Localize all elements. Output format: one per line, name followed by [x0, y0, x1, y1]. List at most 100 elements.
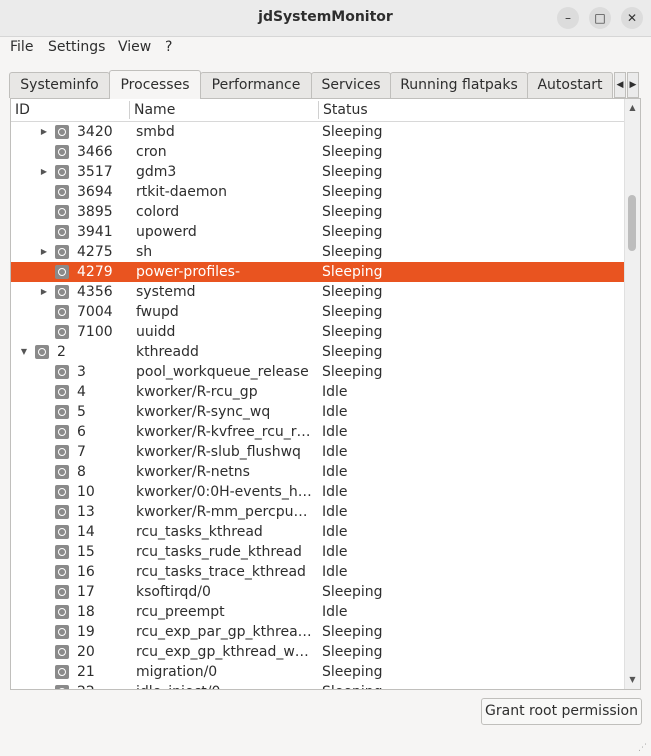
process-row[interactable]: 13 kworker/R-mm_percpu_… Idle — [11, 502, 625, 522]
process-row[interactable]: ▼ 2 kthreadd Sleeping — [11, 342, 625, 362]
tab-processes[interactable]: Processes — [109, 70, 201, 99]
gear-icon — [55, 445, 69, 459]
process-name: kworker/R-mm_percpu_… — [136, 504, 314, 520]
process-row[interactable]: 7004 fwupd Sleeping — [11, 302, 625, 322]
menu-help[interactable]: ? — [165, 39, 172, 55]
resize-grip-icon[interactable]: ⋰ — [638, 743, 648, 753]
vertical-scrollbar[interactable]: ▲ ▼ — [624, 99, 640, 689]
tab-autostart[interactable]: Autostart — [527, 72, 613, 98]
process-row[interactable]: 7 kworker/R-slub_flushwq Idle — [11, 442, 625, 462]
process-status: Sleeping — [322, 124, 383, 140]
triangle-right-icon[interactable]: ▶ — [39, 162, 49, 182]
process-row[interactable]: 5 kworker/R-sync_wq Idle — [11, 402, 625, 422]
menu-view[interactable]: View — [118, 39, 151, 55]
process-name: fwupd — [136, 304, 179, 320]
process-name: migration/0 — [136, 664, 218, 680]
process-status: Idle — [322, 544, 348, 560]
process-status: Idle — [322, 484, 348, 500]
process-row[interactable]: 6 kworker/R-kvfree_rcu_r… Idle — [11, 422, 625, 442]
process-row[interactable]: 21 migration/0 Sleeping — [11, 662, 625, 682]
process-row[interactable]: 4279 power-profiles- Sleeping — [11, 262, 625, 282]
process-list: ▶ 3420 smbd Sleeping 3466 cron Sleeping ▶ 3517 gd… — [11, 122, 625, 689]
process-row[interactable]: 8 kworker/R-netns Idle — [11, 462, 625, 482]
scroll-down-button[interactable]: ▼ — [625, 673, 640, 687]
process-row[interactable]: 22 idle_inject/0 Sleeping — [11, 682, 625, 689]
column-header-name[interactable]: Name — [130, 99, 318, 121]
gear-icon — [55, 525, 69, 539]
chevron-right-icon: ▶ — [629, 80, 637, 90]
process-row[interactable]: 19 rcu_exp_par_gp_kthrea… Sleeping — [11, 622, 625, 642]
process-status: Sleeping — [322, 344, 383, 360]
scrollbar-thumb[interactable] — [628, 195, 636, 251]
process-id: 3 — [77, 364, 86, 380]
menu-file[interactable]: File — [10, 39, 33, 55]
process-status: Sleeping — [322, 664, 383, 680]
triangle-right-icon[interactable]: ▶ — [39, 282, 49, 302]
process-row[interactable]: 3 pool_workqueue_release Sleeping — [11, 362, 625, 382]
gear-icon — [55, 585, 69, 599]
process-row[interactable]: 18 rcu_preempt Idle — [11, 602, 625, 622]
process-id: 2 — [57, 344, 66, 360]
tab-services[interactable]: Services — [311, 72, 391, 98]
menu-settings[interactable]: Settings — [48, 39, 105, 55]
process-id: 4 — [77, 384, 86, 400]
process-row[interactable]: 20 rcu_exp_gp_kthread_wo… Sleeping — [11, 642, 625, 662]
gear-icon — [55, 545, 69, 559]
process-row[interactable]: 7100 uuidd Sleeping — [11, 322, 625, 342]
process-name: power-profiles- — [136, 264, 240, 280]
column-header-status[interactable]: Status — [319, 99, 619, 121]
process-name: sh — [136, 244, 153, 260]
process-row[interactable]: 16 rcu_tasks_trace_kthread Idle — [11, 562, 625, 582]
gear-icon — [55, 145, 69, 159]
process-row[interactable]: ▶ 3517 gdm3 Sleeping — [11, 162, 625, 182]
process-status: Sleeping — [322, 682, 383, 689]
process-row[interactable]: 3466 cron Sleeping — [11, 142, 625, 162]
maximize-button[interactable]: □ — [589, 7, 611, 29]
minimize-button[interactable]: – — [557, 7, 579, 29]
process-id: 14 — [77, 524, 95, 540]
process-status: Idle — [322, 384, 348, 400]
column-header-id[interactable]: ID — [11, 99, 129, 121]
scroll-up-button[interactable]: ▲ — [625, 101, 640, 115]
triangle-right-icon[interactable]: ▶ — [39, 122, 49, 142]
process-name: kworker/R-slub_flushwq — [136, 444, 301, 460]
tab-performance[interactable]: Performance — [200, 72, 312, 98]
tab-running-flatpaks[interactable]: Running flatpaks — [390, 72, 528, 98]
grant-root-permission-button[interactable]: Grant root permission — [481, 698, 642, 725]
process-name: pool_workqueue_release — [136, 364, 309, 380]
process-row[interactable]: ▶ 4275 sh Sleeping — [11, 242, 625, 262]
triangle-down-icon[interactable]: ▼ — [19, 342, 29, 362]
process-row[interactable]: 3895 colord Sleeping — [11, 202, 625, 222]
gear-icon — [55, 605, 69, 619]
triangle-right-icon[interactable]: ▶ — [39, 242, 49, 262]
tab-scroll-right-button[interactable]: ▶ — [627, 72, 639, 98]
process-tree[interactable]: ID Name Status ▶ 3420 smbd Sleeping 3466 cron… — [10, 98, 641, 690]
process-name: systemd — [136, 284, 196, 300]
process-row[interactable]: 10 kworker/0:0H-events_hi… Idle — [11, 482, 625, 502]
process-status: Idle — [322, 524, 348, 540]
tab-scroll-left-button[interactable]: ◀ — [614, 72, 626, 98]
process-name: rcu_exp_par_gp_kthrea… — [136, 624, 312, 640]
process-row[interactable]: ▶ 4356 systemd Sleeping — [11, 282, 625, 302]
process-id: 21 — [77, 664, 95, 680]
menu-bar: File Settings View ? — [0, 37, 651, 61]
process-row[interactable]: 4 kworker/R-rcu_gp Idle — [11, 382, 625, 402]
process-row[interactable]: 15 rcu_tasks_rude_kthread Idle — [11, 542, 625, 562]
process-status: Sleeping — [322, 584, 383, 600]
process-id: 3420 — [77, 124, 113, 140]
process-row[interactable]: 3694 rtkit-daemon Sleeping — [11, 182, 625, 202]
process-status: Idle — [322, 504, 348, 520]
process-row[interactable]: 3941 upowerd Sleeping — [11, 222, 625, 242]
close-button[interactable]: ✕ — [621, 7, 643, 29]
process-status: Sleeping — [322, 324, 383, 340]
process-name: rcu_tasks_trace_kthread — [136, 564, 306, 580]
process-status: Sleeping — [322, 304, 383, 320]
process-row[interactable]: ▶ 3420 smbd Sleeping — [11, 122, 625, 142]
gear-icon — [55, 165, 69, 179]
gear-icon — [55, 505, 69, 519]
tab-systeminfo[interactable]: Systeminfo — [9, 72, 110, 98]
process-row[interactable]: 14 rcu_tasks_kthread Idle — [11, 522, 625, 542]
process-row[interactable]: 17 ksoftirqd/0 Sleeping — [11, 582, 625, 602]
gear-icon — [55, 325, 69, 339]
process-id: 22 — [77, 682, 95, 689]
